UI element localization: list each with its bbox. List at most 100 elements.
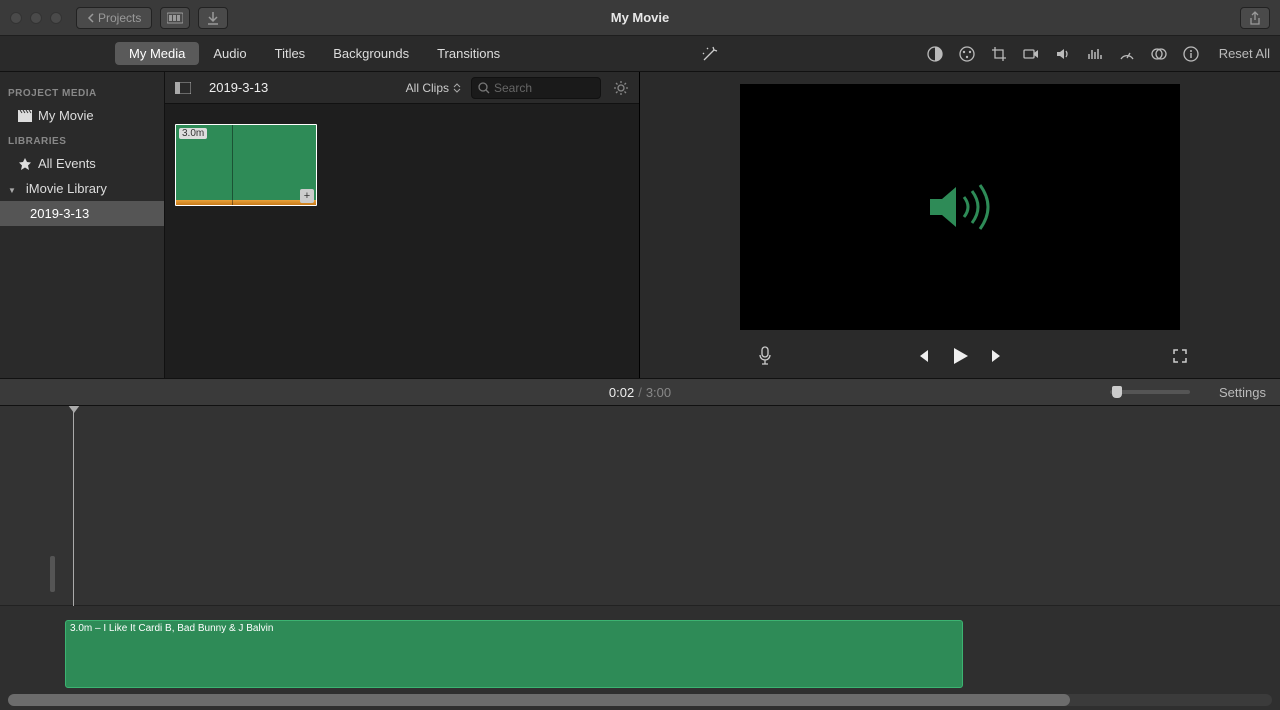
browser-event-title: 2019-3-13: [209, 80, 268, 95]
speed-button[interactable]: [1117, 44, 1137, 64]
sidebar-head-project-media: PROJECT MEDIA: [0, 80, 164, 103]
tab-transitions[interactable]: Transitions: [423, 42, 514, 65]
media-clip[interactable]: 3.0m +: [175, 124, 317, 206]
inspector-tools: Reset All: [925, 44, 1270, 64]
sidebar-item-project-label: My Movie: [38, 108, 94, 123]
timeline-clip-label: 3.0m – I Like It Cardi B, Bad Bunny & J …: [66, 621, 962, 636]
updown-icon: [453, 83, 461, 93]
zoom-slider[interactable]: [1110, 390, 1190, 394]
clip-filter-button[interactable]: [1149, 44, 1169, 64]
microphone-icon: [757, 346, 773, 366]
timeline-settings-button[interactable]: Settings: [1219, 385, 1266, 400]
sidebar-item-all-events[interactable]: All Events: [0, 151, 164, 176]
viewer: [640, 72, 1280, 378]
projects-back-button[interactable]: Projects: [76, 7, 152, 29]
voiceover-button[interactable]: [755, 346, 775, 366]
crop-icon: [990, 45, 1008, 63]
window-title: My Movie: [0, 10, 1280, 25]
projects-label: Projects: [98, 11, 141, 25]
titlebar: Projects My Movie: [0, 0, 1280, 36]
clapper-icon: [18, 109, 32, 123]
star-icon: [18, 157, 32, 171]
timeline-audio-row: 3.0m – I Like It Cardi B, Bad Bunny & J …: [0, 620, 1280, 696]
tab-my-media[interactable]: My Media: [115, 42, 199, 65]
timeline[interactable]: 3.0m – I Like It Cardi B, Bad Bunny & J …: [0, 406, 1280, 710]
playhead[interactable]: [73, 406, 74, 606]
contrast-icon: [926, 45, 944, 63]
sidebar-item-library[interactable]: iMovie Library: [0, 176, 164, 201]
clip-add-badge[interactable]: +: [300, 189, 314, 203]
color-balance-button[interactable]: [925, 44, 945, 64]
prev-button[interactable]: [912, 346, 932, 366]
sidebar-head-libraries: LIBRARIES: [0, 128, 164, 151]
speedometer-icon: [1118, 45, 1136, 63]
filmstrip-view-button[interactable]: [160, 7, 190, 29]
current-time: 0:02: [609, 385, 634, 400]
audio-speaker-icon: [920, 177, 1000, 237]
color-correction-button[interactable]: [957, 44, 977, 64]
disclosure-triangle-icon[interactable]: [8, 181, 20, 196]
wand-icon: [701, 45, 719, 63]
media-tabs: My Media Audio Titles Backgrounds Transi…: [115, 42, 514, 65]
clip-filter-dropdown[interactable]: All Clips: [406, 81, 461, 95]
enhance-wand-button[interactable]: [700, 44, 720, 64]
info-icon: [1182, 45, 1200, 63]
reset-all-button[interactable]: Reset All: [1219, 46, 1270, 61]
sidebar-item-all-events-label: All Events: [38, 156, 96, 171]
browser-settings-button[interactable]: [611, 78, 631, 98]
playback-controls: [640, 336, 1280, 376]
share-button[interactable]: [1240, 7, 1270, 29]
filmstrip-icon: [167, 12, 183, 24]
clip-filter-label: All Clips: [406, 81, 449, 95]
sidebar-toggle-button[interactable]: [173, 78, 193, 98]
fullscreen-icon: [1172, 348, 1188, 364]
timeline-audio-clip[interactable]: 3.0m – I Like It Cardi B, Bad Bunny & J …: [65, 620, 963, 688]
equalizer-icon: [1086, 45, 1104, 63]
search-input[interactable]: Search: [471, 77, 601, 99]
skip-back-icon: [914, 348, 930, 364]
traffic-zoom[interactable]: [50, 12, 62, 24]
timeline-scrollbar[interactable]: [8, 694, 1272, 706]
traffic-minimize[interactable]: [30, 12, 42, 24]
sidebar-item-event-label: 2019-3-13: [30, 206, 89, 221]
import-arrow-icon: [207, 11, 219, 25]
tab-audio[interactable]: Audio: [199, 42, 260, 65]
search-icon: [478, 82, 490, 94]
viewer-canvas[interactable]: [740, 84, 1180, 330]
sidebar-item-event[interactable]: 2019-3-13: [0, 201, 164, 226]
sidebar-icon: [175, 82, 191, 94]
import-button[interactable]: [198, 7, 228, 29]
volume-icon: [1054, 45, 1072, 63]
gear-icon: [613, 80, 629, 96]
share-icon: [1249, 11, 1261, 25]
timeline-ruler[interactable]: [0, 406, 1280, 606]
main-area: PROJECT MEDIA My Movie LIBRARIES All Eve…: [0, 72, 1280, 378]
sidebar: PROJECT MEDIA My Movie LIBRARIES All Eve…: [0, 72, 165, 378]
browser-header: 2019-3-13 All Clips Search: [165, 72, 639, 104]
media-browser: 2019-3-13 All Clips Search 3.0m +: [165, 72, 640, 378]
sidebar-item-project[interactable]: My Movie: [0, 103, 164, 128]
traffic-close[interactable]: [10, 12, 22, 24]
timeline-marker[interactable]: [50, 556, 55, 592]
total-time: 3:00: [646, 385, 671, 400]
crop-button[interactable]: [989, 44, 1009, 64]
media-tabs-row: My Media Audio Titles Backgrounds Transi…: [0, 36, 1280, 72]
stabilization-button[interactable]: [1021, 44, 1041, 64]
volume-button[interactable]: [1053, 44, 1073, 64]
tab-titles[interactable]: Titles: [261, 42, 320, 65]
overlap-circles-icon: [1150, 45, 1168, 63]
info-button[interactable]: [1181, 44, 1201, 64]
noise-reduction-button[interactable]: [1085, 44, 1105, 64]
clip-area: 3.0m +: [165, 104, 639, 378]
tab-backgrounds[interactable]: Backgrounds: [319, 42, 423, 65]
play-icon: [950, 346, 970, 366]
clip-duration-badge: 3.0m: [179, 128, 207, 139]
play-button[interactable]: [950, 346, 970, 366]
fullscreen-button[interactable]: [1170, 346, 1190, 366]
chevron-left-icon: [87, 13, 94, 23]
sidebar-item-library-label: iMovie Library: [26, 181, 107, 196]
next-button[interactable]: [988, 346, 1008, 366]
search-placeholder: Search: [494, 81, 532, 95]
window-controls: [10, 12, 62, 24]
clip-audio-waveform: [176, 200, 316, 205]
